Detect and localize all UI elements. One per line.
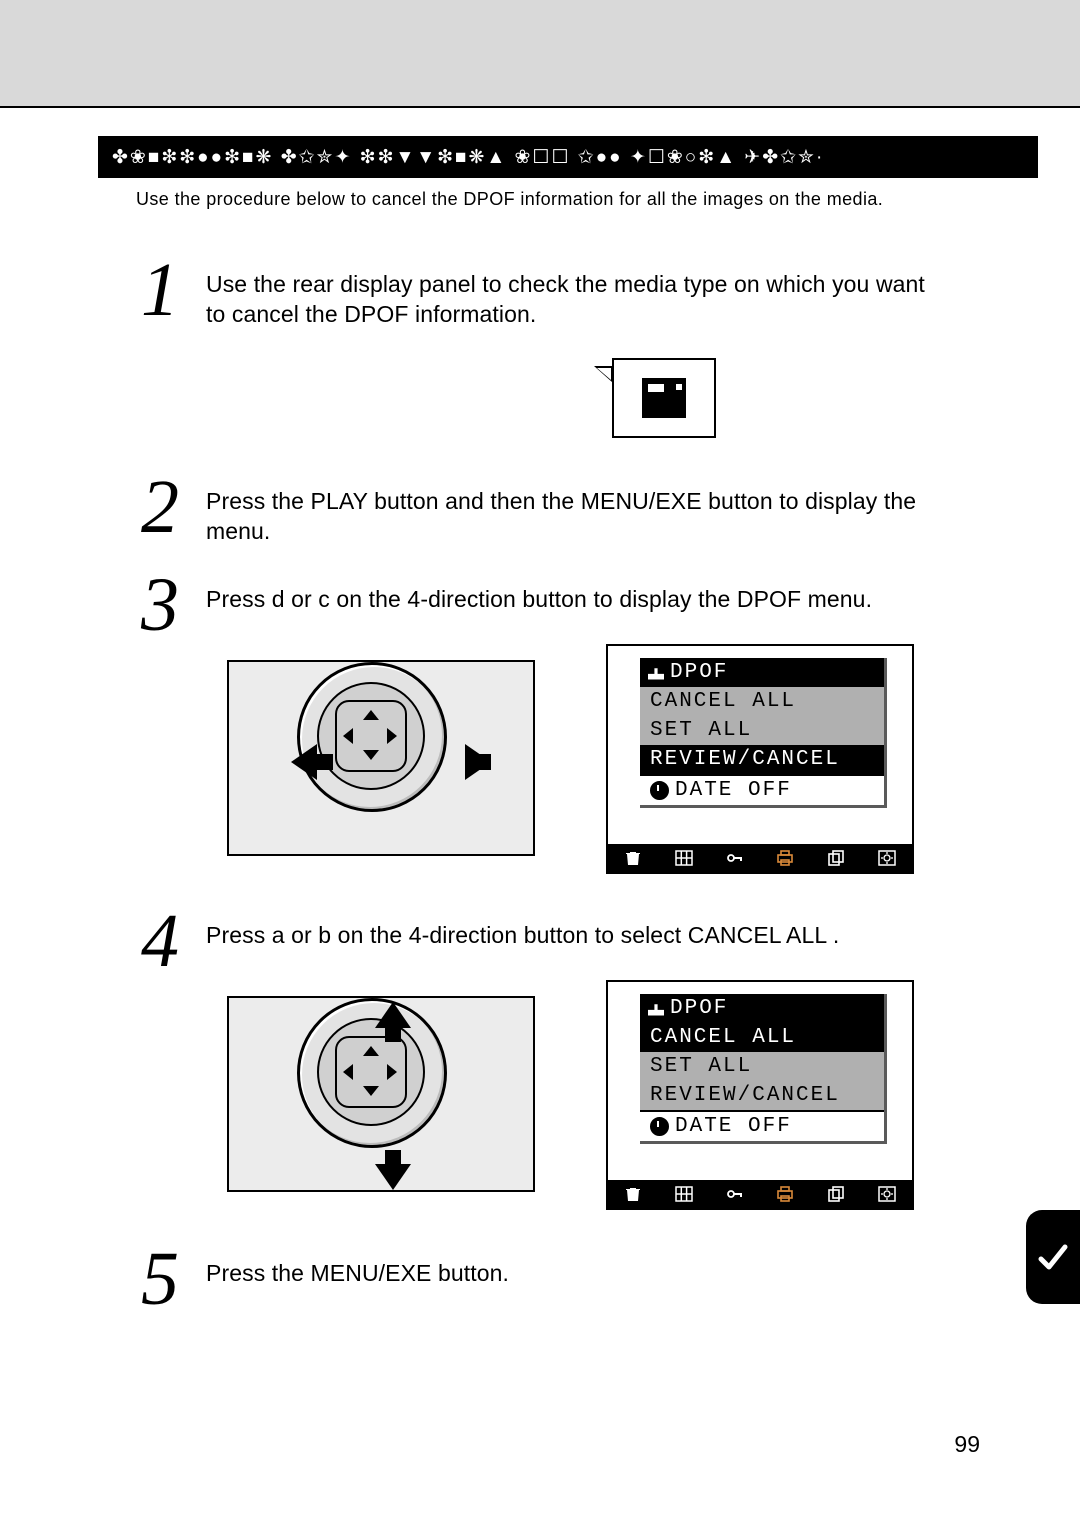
dpad-vertical-illustration <box>227 996 535 1192</box>
lcd-screen-dpof-cancel-all-selected: DPOF CANCEL ALL SET ALL REVIEW/CANCEL DA… <box>606 980 914 1210</box>
arrow-up-icon <box>375 1002 411 1028</box>
menu-date-text: DATE OFF <box>675 779 792 802</box>
menu-date-row: DATE OFF <box>640 1110 884 1141</box>
menu-item-review-cancel: REVIEW/CANCEL <box>640 745 884 774</box>
section-header-text: ✤❀■❇❇●●❇■❋ ✤✩✮✦ ❇❇▼▼❇■❋▲ ❀☐☐ ✩●● ✦☐❀○❇▲ … <box>112 146 824 169</box>
print-icon <box>776 1186 794 1202</box>
menu-title: DPOF <box>640 994 884 1023</box>
step-number: 3 <box>130 562 190 649</box>
step-text: Press the PLAY button and then the MENU/… <box>206 486 946 547</box>
menu-item-review-cancel: REVIEW/CANCEL <box>640 1081 884 1110</box>
hand-icon <box>648 666 664 680</box>
step-text: Press the MENU/EXE button. <box>206 1258 946 1288</box>
key-icon <box>726 1186 744 1202</box>
menu-item-cancel-all: CANCEL ALL <box>640 687 884 716</box>
step-text: Press a or b on the 4-direction button t… <box>206 920 946 950</box>
section-header-bar: ✤❀■❇❇●●❇■❋ ✤✩✮✦ ❇❇▼▼❇■❋▲ ❀☐☐ ✩●● ✦☐❀○❇▲ … <box>98 136 1038 178</box>
divider <box>0 106 1080 108</box>
section-tab <box>1026 1210 1080 1304</box>
menu-title-text: DPOF <box>670 661 728 684</box>
menu-title: DPOF <box>640 658 884 687</box>
key-icon <box>726 850 744 866</box>
copy-icon <box>827 1186 845 1202</box>
dpad-horizontal-illustration <box>227 660 535 856</box>
trash-icon <box>624 850 642 866</box>
step-number: 2 <box>130 464 190 551</box>
trash-icon <box>624 1186 642 1202</box>
arrow-left-icon <box>291 744 317 780</box>
menu-date-row: DATE OFF <box>640 774 884 805</box>
arrow-down-icon <box>375 1164 411 1190</box>
menu-item-set-all: SET ALL <box>640 1052 884 1081</box>
step-text: Use the rear display panel to check the … <box>206 269 946 330</box>
brightness-icon <box>878 850 896 866</box>
step-text: Press d or c on the 4-direction button t… <box>206 584 946 614</box>
check-icon <box>1037 1241 1069 1273</box>
grid-icon <box>675 850 693 866</box>
step-number: 1 <box>130 247 190 334</box>
grid-icon <box>675 1186 693 1202</box>
menu-title-text: DPOF <box>670 997 728 1020</box>
clock-icon <box>650 1117 669 1136</box>
lcd-toolbar <box>608 844 912 872</box>
menu-item-cancel-all: CANCEL ALL <box>640 1023 884 1052</box>
top-grey-band <box>0 0 1080 106</box>
media-type-illustration <box>612 358 716 438</box>
brightness-icon <box>878 1186 896 1202</box>
page-number: 99 <box>954 1431 980 1458</box>
copy-icon <box>827 850 845 866</box>
menu-date-text: DATE OFF <box>675 1115 792 1138</box>
lcd-toolbar <box>608 1180 912 1208</box>
lcd-screen-dpof-review-selected: DPOF CANCEL ALL SET ALL REVIEW/CANCEL DA… <box>606 644 914 874</box>
print-icon <box>776 850 794 866</box>
memory-card-icon <box>642 378 686 418</box>
step-number: 4 <box>130 898 190 985</box>
menu-item-set-all: SET ALL <box>640 716 884 745</box>
hand-icon <box>648 1002 664 1016</box>
clock-icon <box>650 781 669 800</box>
intro-text: Use the procedure below to cancel the DP… <box>136 188 941 211</box>
arrow-right-icon <box>465 744 491 780</box>
step-number: 5 <box>130 1236 190 1323</box>
